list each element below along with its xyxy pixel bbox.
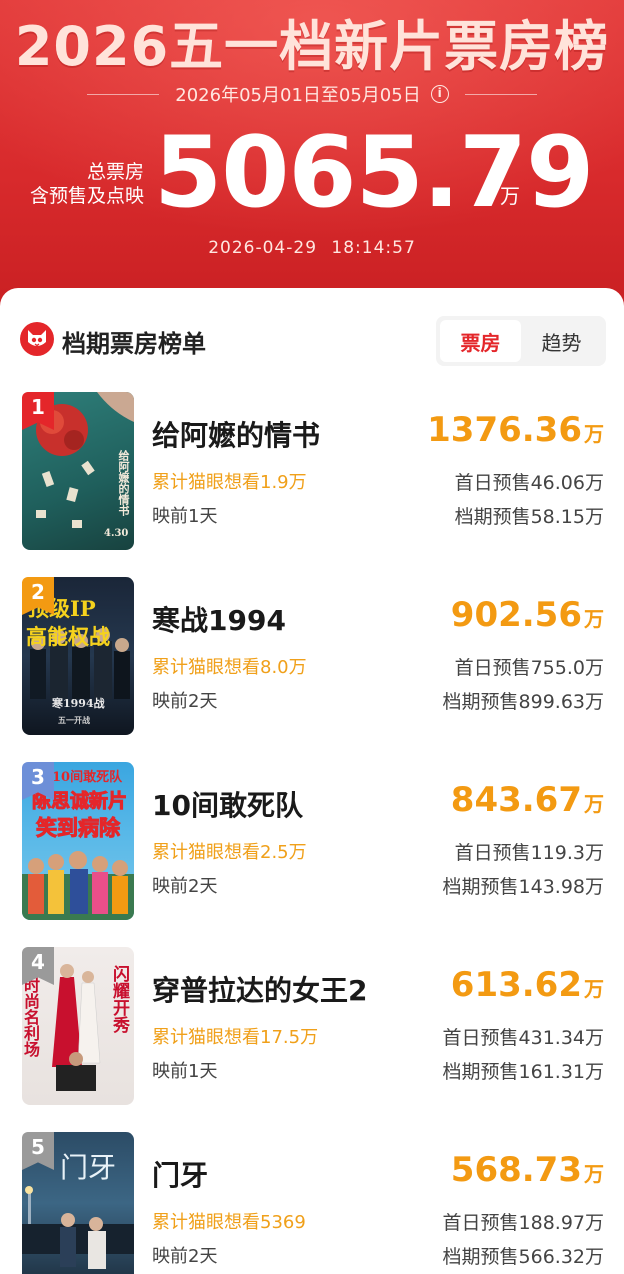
divider-left <box>87 93 160 95</box>
poster-tagline-right: 闪耀开秀 <box>109 965 129 1033</box>
page-title: 2026五一档新片票房榜 <box>14 15 610 78</box>
poster-date: 4.30 <box>104 528 129 539</box>
total-label: 总票房 含预售及点映 <box>12 160 144 208</box>
divider-right <box>464 93 537 95</box>
movie-gross: 843.67 万 <box>451 780 604 820</box>
total-label-line2: 含预售及点映 <box>29 185 144 207</box>
maoyan-cat-icon <box>20 322 54 356</box>
first-day-presale: 首日预售755.0万 <box>454 657 604 679</box>
card-header: 档期票房榜单 票房 趋势 <box>0 288 624 388</box>
ranking-card: 档期票房榜单 票房 趋势 给阿嬷的情书 4.30 1 给阿嬷的情书 累计猫眼想看… <box>0 288 624 1274</box>
total-label-line1: 总票房 <box>86 161 144 183</box>
gross-value: 902.56 <box>450 595 582 635</box>
gross-unit: 万 <box>584 977 604 1001</box>
info-icon[interactable]: i <box>430 85 449 103</box>
gross-value: 843.67 <box>450 780 582 820</box>
period-presale: 档期预售899.63万 <box>442 691 604 713</box>
period-presale: 档期预售161.31万 <box>442 1061 604 1083</box>
card-title: 档期票房榜单 <box>62 330 206 358</box>
first-day-presale: 首日预售119.3万 <box>454 842 604 864</box>
poster-tagline: 五一开战 <box>58 715 90 725</box>
days-before-release: 映前2天 <box>152 691 218 712</box>
total-unit: 万 <box>500 184 520 208</box>
poster-headline-2: 高能权战 <box>26 624 110 649</box>
movie-title[interactable]: 10间敢死队 <box>152 784 303 824</box>
tab-box-office[interactable]: 票房 <box>440 320 521 362</box>
poster-logo: 寒1994战 <box>52 697 105 710</box>
gross-value: 613.62 <box>450 965 582 1005</box>
want-to-see-count: 累计猫眼想看17.5万 <box>152 1027 319 1048</box>
poster-headline-2: 笑到病除 <box>36 815 121 841</box>
period-presale: 档期预售58.15万 <box>454 506 604 528</box>
gross-unit: 万 <box>584 607 604 631</box>
want-to-see-count: 累计猫眼想看5369 <box>152 1212 306 1233</box>
days-before-release: 映前1天 <box>152 506 218 527</box>
first-day-presale: 首日预售188.97万 <box>442 1212 604 1234</box>
days-before-release: 映前2天 <box>152 876 218 897</box>
want-to-see-count: 累计猫眼想看2.5万 <box>152 842 307 863</box>
first-day-presale: 首日预售431.34万 <box>442 1027 604 1049</box>
gross-unit: 万 <box>584 422 604 446</box>
period-presale: 档期预售143.98万 <box>442 876 604 898</box>
movie-title[interactable]: 寒战1994 <box>152 599 286 639</box>
gross-unit: 万 <box>584 1162 604 1186</box>
date-range: 2026年05月01日至05月05日 <box>175 85 421 106</box>
want-to-see-count: 累计猫眼想看1.9万 <box>152 472 307 493</box>
poster-tagline-left: 时尚名利场 <box>22 977 40 1057</box>
tab-trend[interactable]: 趋势 <box>521 320 602 362</box>
movie-row[interactable]: 给阿嬷的情书 4.30 1 给阿嬷的情书 累计猫眼想看1.9万 映前1天 137… <box>0 392 624 552</box>
poster-title: 门牙 <box>60 1151 117 1184</box>
gross-value: 568.73 <box>450 1150 582 1190</box>
movie-gross: 1376.36 万 <box>427 410 604 450</box>
days-before-release: 映前2天 <box>152 1246 218 1267</box>
movie-gross: 902.56 万 <box>451 595 604 635</box>
poster-top-title: 10间敢死队 <box>52 770 123 785</box>
gross-unit: 万 <box>584 792 604 816</box>
view-tabs: 票房 趋势 <box>436 316 606 366</box>
movie-row[interactable]: 顶级IP 高能权战 寒1994战 五一开战 2 寒战1994 累计猫眼想看8.0… <box>0 577 624 737</box>
period-presale: 档期预售566.32万 <box>442 1246 604 1268</box>
movie-title[interactable]: 给阿嬷的情书 <box>152 414 320 454</box>
movie-gross: 568.73 万 <box>451 1150 604 1190</box>
movie-row[interactable]: 10间敢死队 陈思诚新片 笑到病除 3 10间敢死队 累计猫眼想看2.5万 映前… <box>0 762 624 922</box>
poster-title: 给阿嬷的情书 <box>117 450 130 516</box>
days-before-release: 映前1天 <box>152 1061 218 1082</box>
movie-row[interactable]: 闪耀开秀 时尚名利场 4 穿普拉达的女王2 累计猫眼想看17.5万 映前1天 6… <box>0 947 624 1107</box>
header-banner: 2026五一档新片票房榜 2026年05月01日至05月05日 i 总票房 含预… <box>0 0 624 320</box>
movie-title[interactable]: 穿普拉达的女王2 <box>152 969 367 1009</box>
update-timestamp: 2026-04-29 18:14:57 <box>208 238 416 258</box>
movie-row[interactable]: 门牙 5 门牙 累计猫眼想看5369 映前2天 568.73 万 首日预售188.… <box>0 1132 624 1274</box>
total-box-office: 5065.79 <box>154 116 594 230</box>
gross-value: 1376.36 <box>427 410 582 450</box>
want-to-see-count: 累计猫眼想看8.0万 <box>152 657 307 678</box>
first-day-presale: 首日预售46.06万 <box>454 472 604 494</box>
movie-gross: 613.62 万 <box>451 965 604 1005</box>
date-range-row: 2026年05月01日至05月05日 i <box>0 80 624 108</box>
movie-title[interactable]: 门牙 <box>152 1154 208 1194</box>
